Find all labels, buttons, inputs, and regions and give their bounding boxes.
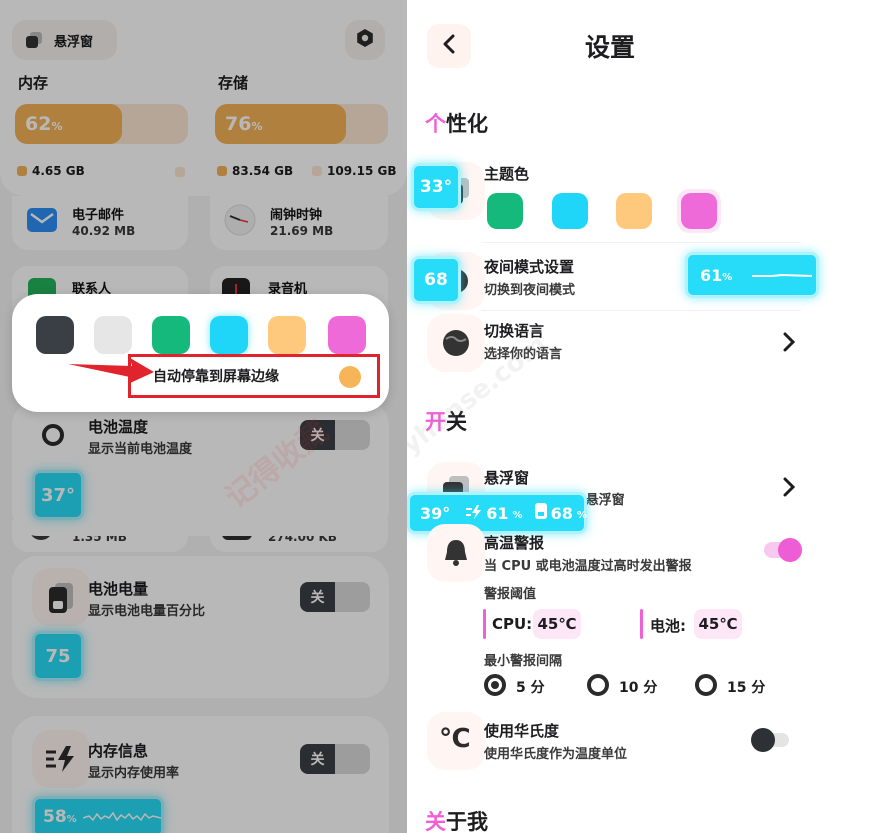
chevron-right-icon[interactable] bbox=[783, 477, 796, 501]
snap-to-edge-switch[interactable] bbox=[339, 366, 361, 388]
floating-charge: 61 bbox=[486, 503, 509, 523]
snap-to-edge-row[interactable]: 自动停靠到屏幕边缘 bbox=[128, 354, 380, 398]
left-panel: 悬浮窗 内存 存储 62% 76% 4.65 GB 83.54 GB 109.1… bbox=[0, 0, 407, 833]
snap-to-edge-label: 自动停靠到屏幕边缘 bbox=[153, 369, 279, 385]
swatch-cyan[interactable] bbox=[210, 316, 248, 354]
arrow-icon bbox=[68, 356, 154, 390]
night-title: 夜间模式设置 bbox=[484, 258, 575, 276]
cpu-marker bbox=[483, 609, 486, 639]
swatch-orange[interactable] bbox=[268, 316, 306, 354]
unit: % bbox=[576, 509, 587, 521]
divider bbox=[481, 242, 801, 243]
fahrenheit-switch-knob bbox=[751, 728, 775, 752]
chevron-left-icon bbox=[442, 34, 456, 58]
fahrenheit-switch[interactable] bbox=[751, 728, 789, 752]
night-widget-unit: % bbox=[722, 271, 733, 283]
back-button[interactable] bbox=[427, 24, 471, 68]
page-title: 设置 bbox=[585, 33, 636, 62]
interval-option-5: 5 分 bbox=[516, 680, 545, 696]
celsius-icon: ℃ bbox=[439, 724, 471, 754]
night-widget-value: 61 bbox=[700, 265, 723, 285]
theme-popup: 自动停靠到屏幕边缘 bbox=[12, 294, 389, 412]
settings-panel: 设置 个性化 主题色 33° 夜间模式设置 切换到夜间模式 68 61% 切换语… bbox=[407, 0, 872, 833]
unit: % bbox=[512, 509, 523, 521]
divider bbox=[481, 310, 801, 311]
section-personalization: 个性化 bbox=[425, 108, 488, 138]
theme-color-label: 主题色 bbox=[484, 165, 530, 183]
interval-radio-15[interactable] bbox=[695, 674, 717, 696]
fahrenheit-subtitle: 使用华氏度作为温度单位 bbox=[484, 747, 628, 762]
floating-temp-widget[interactable]: 33° bbox=[411, 163, 461, 211]
charge-icon bbox=[466, 504, 482, 523]
night-subtitle: 切换到夜间模式 bbox=[484, 283, 576, 298]
alert-switch-knob bbox=[778, 538, 802, 562]
interval-label: 最小警报间隔 bbox=[484, 654, 563, 669]
interval-option-15: 15 分 bbox=[727, 680, 766, 696]
swatch-light[interactable] bbox=[94, 316, 132, 354]
floating-window-title: 悬浮窗 bbox=[484, 469, 530, 487]
cpu-label: CPU: bbox=[492, 615, 533, 633]
language-icon-tile[interactable] bbox=[427, 314, 485, 372]
threshold-label: 警报阈值 bbox=[484, 587, 537, 602]
theme-cyan[interactable] bbox=[552, 193, 588, 229]
floating-temp: 39° bbox=[420, 503, 451, 523]
section-first-char: 关 bbox=[425, 810, 446, 833]
cpu-threshold-input[interactable]: 45℃ bbox=[533, 609, 581, 639]
theme-pink-selected[interactable] bbox=[677, 189, 721, 233]
alert-title: 高温警报 bbox=[484, 534, 545, 552]
battery-threshold-label: 电池: bbox=[650, 617, 686, 635]
bell-icon bbox=[443, 538, 469, 570]
section-rest: 于我 bbox=[446, 810, 488, 833]
floating-night-widget[interactable]: 68 bbox=[411, 256, 461, 304]
theme-orange[interactable] bbox=[616, 193, 652, 229]
battery-threshold-input[interactable]: 45℃ bbox=[694, 609, 742, 639]
fahrenheit-title: 使用华氏度 bbox=[484, 722, 560, 740]
fahrenheit-icon-tile: ℃ bbox=[427, 712, 485, 770]
theme-pink bbox=[681, 193, 717, 229]
alert-subtitle: 当 CPU 或电池温度过高时发出警报 bbox=[484, 559, 692, 574]
interval-option-10: 10 分 bbox=[619, 680, 658, 696]
battery-marker bbox=[640, 609, 643, 639]
alert-icon-tile bbox=[427, 524, 485, 582]
night-widget-preview: 61% bbox=[685, 252, 819, 298]
floating-battery: 68 bbox=[550, 503, 573, 523]
swatch-dark[interactable] bbox=[36, 316, 74, 354]
interval-radio-10[interactable] bbox=[587, 674, 609, 696]
alert-switch[interactable] bbox=[764, 538, 802, 562]
night-sparkline bbox=[752, 273, 813, 277]
section-rest: 性化 bbox=[446, 112, 488, 136]
section-first-char: 个 bbox=[425, 112, 446, 136]
swatch-green[interactable] bbox=[152, 316, 190, 354]
swatch-pink[interactable] bbox=[328, 316, 366, 354]
section-about: 关于我 bbox=[425, 806, 488, 833]
theme-green[interactable] bbox=[487, 193, 523, 229]
chevron-right-icon[interactable] bbox=[783, 332, 796, 356]
interval-radio-5[interactable] bbox=[484, 674, 506, 696]
dim-overlay bbox=[0, 0, 407, 833]
battery-icon bbox=[534, 503, 547, 523]
globe-icon bbox=[442, 329, 470, 361]
